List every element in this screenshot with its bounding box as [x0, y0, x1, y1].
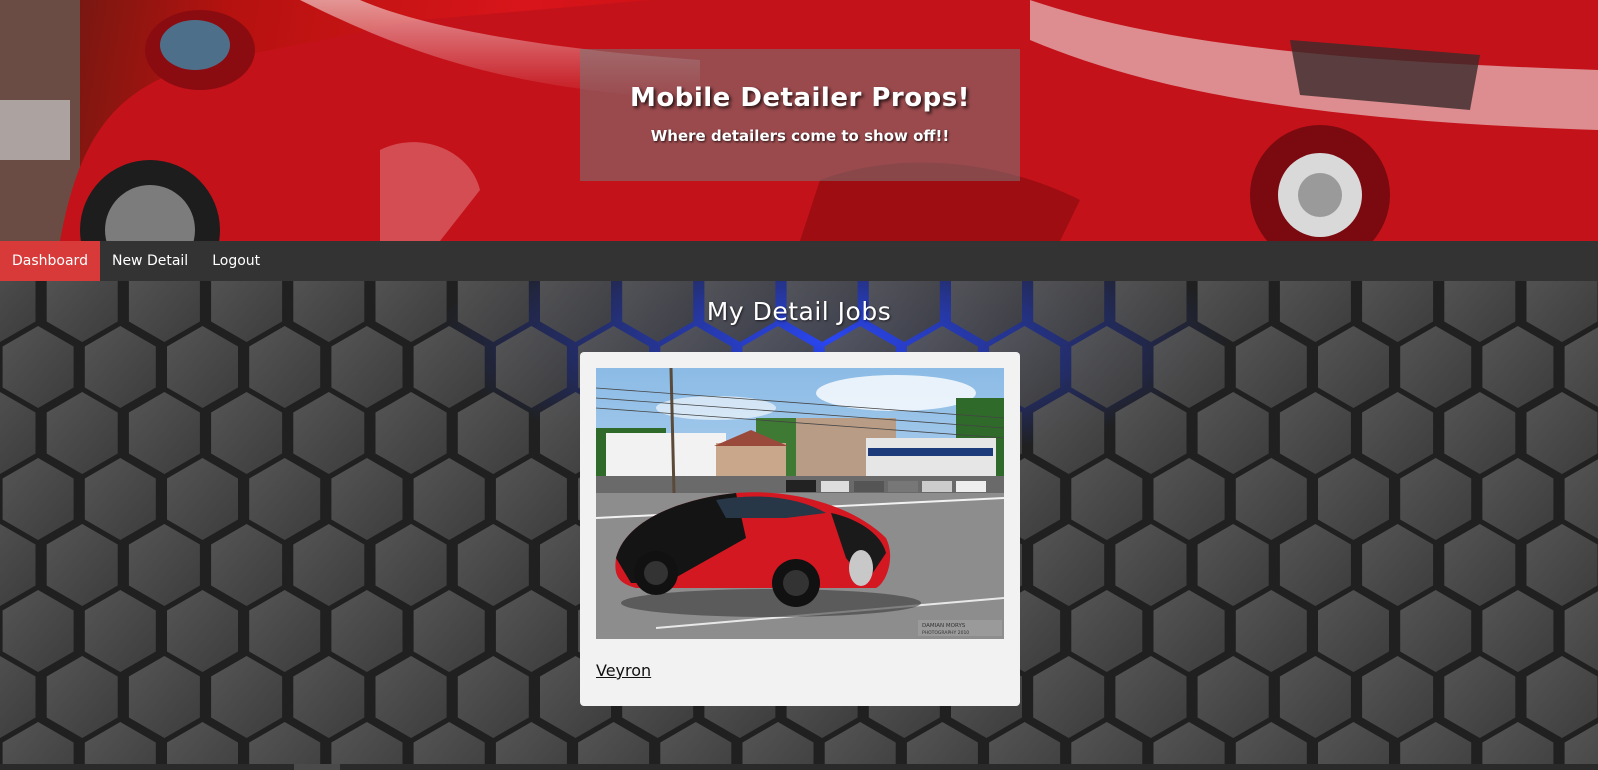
detail-card-title-link[interactable]: Veyron [596, 661, 651, 680]
detail-card: DAMIAN MORYS PHOTOGRAPHY 2010 Veyron [580, 352, 1020, 706]
main-nav: Dashboard New Detail Logout [0, 241, 1598, 281]
detail-card-image[interactable]: DAMIAN MORYS PHOTOGRAPHY 2010 [596, 368, 1004, 639]
photo-watermark: DAMIAN MORYS [922, 623, 966, 629]
nav-new-detail[interactable]: New Detail [100, 241, 200, 281]
scrollbar-thumb[interactable] [294, 764, 340, 770]
main-content: My Detail Jobs DAMIAN MORYS PHOTOGRAPHY … [0, 281, 1598, 770]
nav-dashboard[interactable]: Dashboard [0, 241, 100, 281]
page-heading: My Detail Jobs [706, 297, 892, 326]
nav-logout[interactable]: Logout [200, 241, 272, 281]
site-title: Mobile Detailer Props! [629, 83, 971, 113]
hero-banner: Mobile Detailer Props! Where detailers c… [0, 0, 1598, 241]
bottom-scrollbar[interactable] [0, 764, 1598, 770]
site-tagline: Where detailers come to show off!! [650, 127, 950, 145]
svg-text:PHOTOGRAPHY 2010: PHOTOGRAPHY 2010 [922, 630, 969, 636]
hero-title-box: Mobile Detailer Props! Where detailers c… [580, 49, 1020, 181]
